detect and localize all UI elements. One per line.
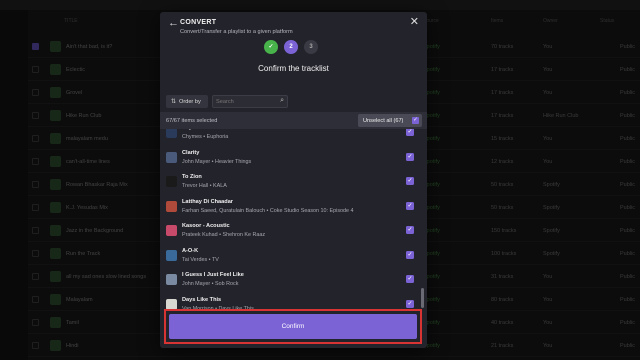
confirm-button[interactable]: Confirm <box>169 314 417 339</box>
stepper: ✓ 2 3 <box>264 40 324 54</box>
track-artist-album: Tai Verdes • TV <box>182 256 219 263</box>
search-box: ⌕ <box>212 95 288 108</box>
selection-bar: 67/67 items selected Unselect all (67) ✓ <box>160 112 427 129</box>
sort-icon: ⇅ <box>171 99 177 105</box>
track-checkbox[interactable]: ✓ <box>406 299 414 308</box>
unselect-all-checkbox[interactable]: ✓ <box>412 117 419 124</box>
modal-heading: Confirm the tracklist <box>258 64 329 73</box>
step-3-pending: 3 <box>304 40 318 54</box>
track-title: Latthay Di Chaadar <box>182 198 233 205</box>
track-item[interactable]: To Zion Trevor Hall • KALA ✓ <box>160 171 427 195</box>
track-title: Kasoor - Acoustic <box>182 223 230 229</box>
search-input[interactable] <box>216 98 276 106</box>
order-by-label: Order by <box>179 98 201 105</box>
track-checkbox[interactable]: ✓ <box>406 275 414 283</box>
album-art <box>166 151 177 163</box>
convert-modal: ← CONVERT Convert/Transfer a playlist to… <box>160 12 427 348</box>
close-icon[interactable]: ✕ <box>410 17 419 28</box>
album-art <box>166 274 177 285</box>
confirm-highlight: Confirm <box>164 309 422 344</box>
step-2-active: 2 <box>284 40 298 54</box>
track-artist-album: John Mayer • Heavier Things <box>182 158 252 165</box>
track-item[interactable]: Euphoria Chymes • Euphoria ✓ <box>160 129 427 146</box>
album-art <box>166 225 177 236</box>
track-artist-album: Farhan Saeed, Quratulain Balouch • Coke … <box>182 207 354 214</box>
track-title: Euphoria <box>182 129 206 131</box>
track-checkbox[interactable]: ✓ <box>406 201 414 210</box>
track-title: I Guess I Just Feel Like <box>182 272 244 278</box>
unselect-all-button[interactable]: Unselect all (67) ✓ <box>358 114 422 127</box>
arrow-left-icon[interactable]: ← <box>168 18 179 29</box>
track-checkbox[interactable]: ✓ <box>406 226 414 234</box>
track-title: To Zion <box>182 174 202 180</box>
unselect-all-label: Unselect all (67) <box>363 117 404 124</box>
track-item[interactable]: Kasoor - Acoustic Prateek Kuhad • Shehron… <box>160 220 427 244</box>
list-scrollbar[interactable] <box>421 288 424 308</box>
modal-title: CONVERT <box>180 19 217 26</box>
track-checkbox[interactable]: ✓ <box>406 250 414 259</box>
album-art <box>166 200 177 212</box>
track-item[interactable]: Latthay Di Chaadar Farhan Saeed, Quratula… <box>160 196 427 220</box>
track-list: Euphoria Chymes • Euphoria ✓ Clarity John Ma… <box>160 129 427 319</box>
track-title: A-O-K <box>182 247 199 254</box>
order-by-button[interactable]: ⇅ Order by <box>166 95 208 108</box>
search-icon[interactable]: ⌕ <box>280 97 284 105</box>
step-1-done: ✓ <box>264 40 278 54</box>
modal-subtitle: Convert/Transfer a playlist to a given p… <box>180 29 293 35</box>
track-artist-album: Prateek Kuhad • Shehron Ke Raaz <box>182 232 266 238</box>
track-checkbox[interactable]: ✓ <box>406 177 414 185</box>
track-item[interactable]: Clarity John Mayer • Heavier Things ✓ <box>160 147 427 171</box>
album-art <box>166 249 177 261</box>
track-artist-album: Trevor Hall • KALA <box>182 183 227 189</box>
album-art <box>166 298 177 310</box>
track-artist-album: John Mayer • Sob Rock <box>182 281 239 287</box>
selected-count: 67/67 items selected <box>166 118 218 124</box>
album-art <box>166 176 177 187</box>
track-checkbox[interactable]: ✓ <box>406 129 414 136</box>
track-checkbox[interactable]: ✓ <box>406 152 414 161</box>
album-art <box>166 129 177 138</box>
track-artist-album: Chymes • Euphoria <box>182 134 229 140</box>
track-item[interactable]: A-O-K Tai Verdes • TV ✓ <box>160 245 427 269</box>
track-title: Clarity <box>182 149 200 156</box>
track-title: Days Like This <box>182 296 222 303</box>
track-item[interactable]: I Guess I Just Feel Like John Mayer • Sob… <box>160 269 427 293</box>
